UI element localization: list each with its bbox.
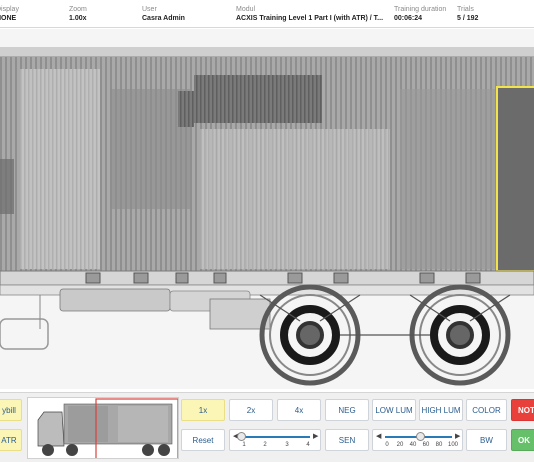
module-value: ACXIS Training Level 1 Part I (with ATR)… <box>236 15 384 22</box>
display-label: Display <box>0 6 19 13</box>
atr-button[interactable]: ATR <box>0 429 22 451</box>
user-label: User <box>142 6 157 13</box>
waybill-button[interactable]: ybill <box>0 399 22 421</box>
display-info: Display NONE <box>0 5 19 24</box>
user-value: Casra Admin <box>142 15 185 22</box>
zoom-slider-right-arrow-icon[interactable]: ▶ <box>313 432 318 440</box>
lum-slider-knob[interactable] <box>416 432 425 441</box>
zoom-1x-button[interactable]: 1x <box>181 399 225 421</box>
zoom-tick: 3 <box>285 442 289 448</box>
zoom-slider-track[interactable] <box>242 436 310 438</box>
user-info: User Casra Admin <box>142 5 185 24</box>
zoom-tick: 1 <box>242 442 246 448</box>
zoom-tick: 4 <box>306 442 310 448</box>
trials-value: 5 / 192 <box>457 15 479 22</box>
lum-tick: 100 <box>447 442 459 448</box>
duration-label: Training duration <box>394 6 447 13</box>
sen-button[interactable]: SEN <box>325 429 369 451</box>
trials-info: Trials 5 / 192 <box>457 5 478 24</box>
zoom-slider-knob[interactable] <box>237 432 246 441</box>
trials-label: Trials <box>457 6 474 13</box>
not-ok-button[interactable]: NOT <box>511 399 534 421</box>
lum-slider-left-arrow-icon[interactable]: ◀ <box>376 432 381 440</box>
control-toolbar: ybill ATR 1x 2x 4x Reset ◀ ▶ 1 2 3 4 NEG… <box>0 392 534 462</box>
bw-button[interactable]: BW <box>466 429 507 451</box>
xray-truck-image <box>0 47 534 386</box>
duration-value: 00:06:24 <box>394 15 423 22</box>
reset-button[interactable]: Reset <box>181 429 225 451</box>
neg-button[interactable]: NEG <box>325 399 369 421</box>
zoom-value: 1.00x <box>69 15 87 22</box>
module-info: Modul ACXIS Training Level 1 Part I (wit… <box>236 5 383 24</box>
zoom-info: Zoom 1.00x <box>69 5 87 24</box>
lum-slider-right-arrow-icon[interactable]: ▶ <box>455 432 460 440</box>
zoom-4x-button[interactable]: 4x <box>277 399 321 421</box>
high-lum-button[interactable]: HIGH LUM <box>419 399 463 421</box>
header-bar: Display NONE Zoom 1.00x User Casra Admin… <box>0 0 534 28</box>
lum-tick: 80 <box>435 442 443 448</box>
overview-thumbnail[interactable] <box>27 397 179 459</box>
luminance-slider[interactable]: ◀ ▶ 0 20 40 60 80 100 <box>372 429 463 451</box>
truck-thumbnail-image <box>28 398 178 458</box>
display-value: NONE <box>0 15 17 22</box>
zoom-2x-button[interactable]: 2x <box>229 399 273 421</box>
lum-tick: 40 <box>409 442 417 448</box>
ok-button[interactable]: OK <box>511 429 534 451</box>
lum-tick: 60 <box>422 442 430 448</box>
module-label: Modul <box>236 6 256 13</box>
duration-info: Training duration 00:06:24 <box>394 5 446 24</box>
zoom-tick: 2 <box>263 442 267 448</box>
zoom-label: Zoom <box>69 6 87 13</box>
zoom-slider[interactable]: ◀ ▶ 1 2 3 4 <box>229 429 321 451</box>
low-lum-button[interactable]: LOW LUM <box>372 399 416 421</box>
xray-scan-view[interactable] <box>0 29 534 389</box>
lum-tick: 20 <box>396 442 404 448</box>
color-button[interactable]: COLOR <box>466 399 507 421</box>
lum-tick: 0 <box>385 442 389 448</box>
